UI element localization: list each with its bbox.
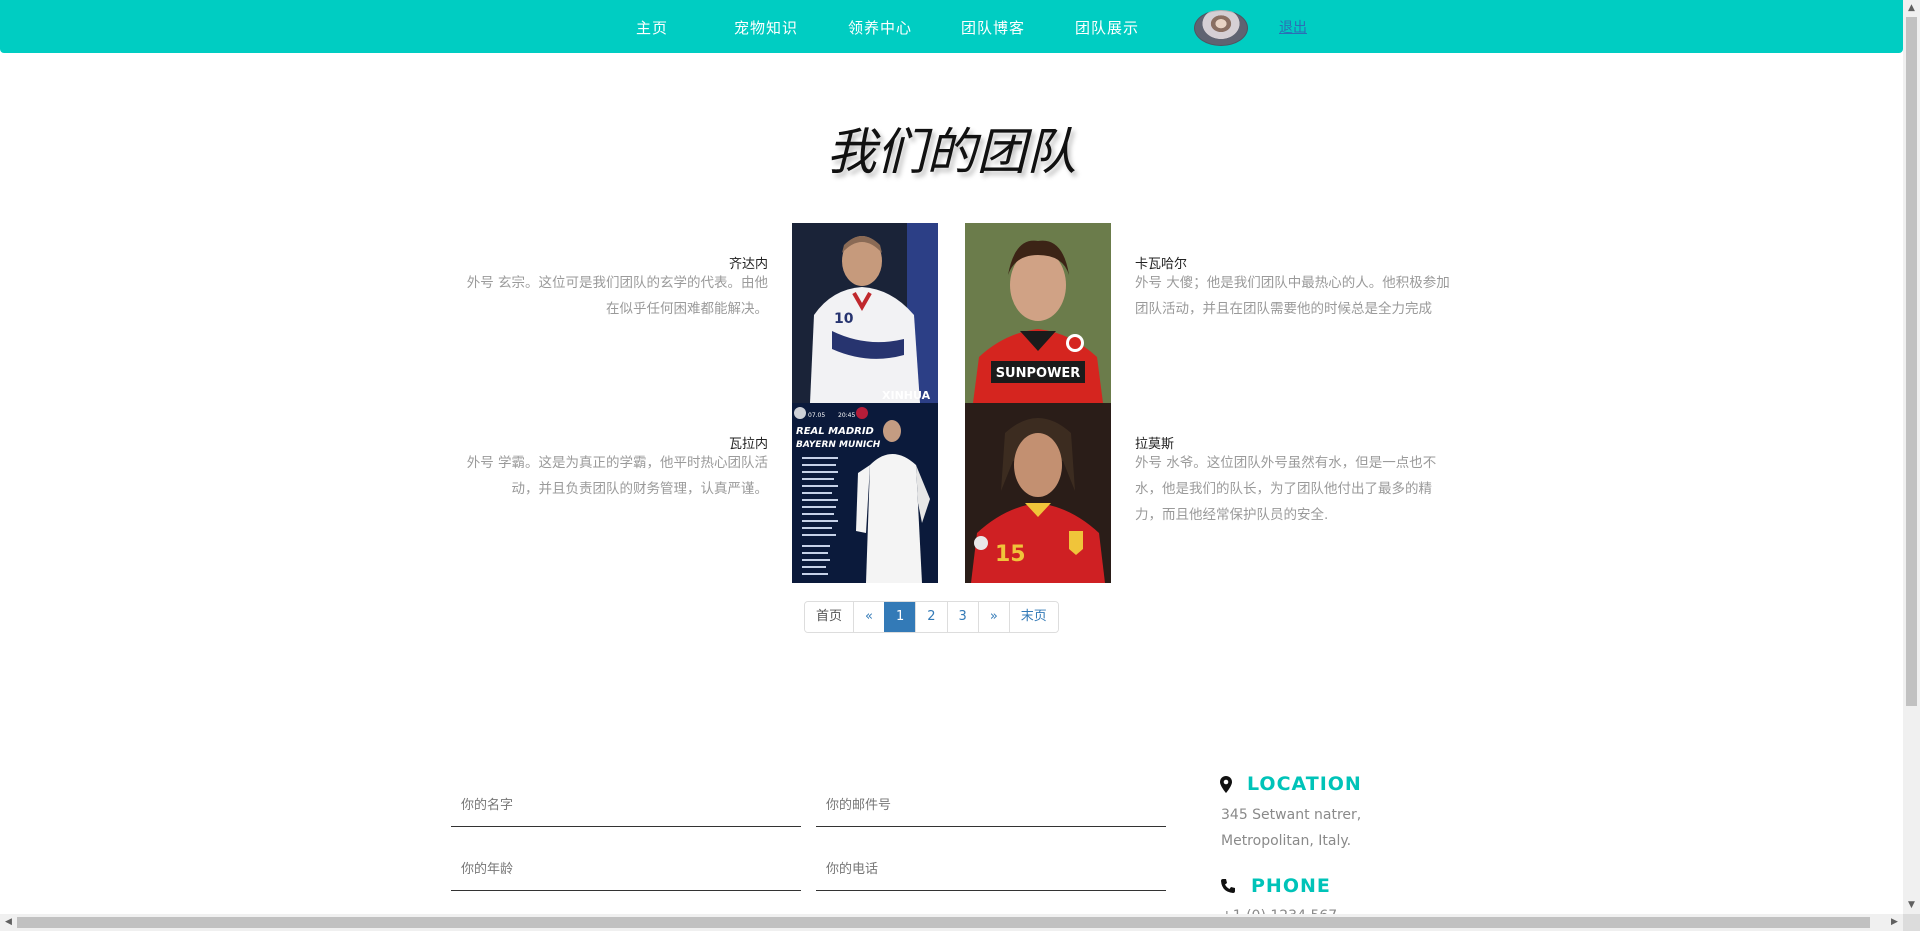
nav-team-blog[interactable]: 团队博客 <box>961 17 1025 38</box>
scroll-right-arrow-icon[interactable]: ▶ <box>1886 914 1903 931</box>
scroll-left-arrow-icon[interactable]: ◀ <box>0 914 17 931</box>
address-line2: Metropolitan, Italy. <box>1221 833 1352 849</box>
nav-home[interactable]: 主页 <box>636 17 668 38</box>
horizontal-scrollbar[interactable]: ◀ ▶ <box>0 914 1903 931</box>
phone-heading: PHONE <box>1251 875 1331 897</box>
page-last-button[interactable]: 末页 <box>1008 602 1058 632</box>
svg-text:10: 10 <box>834 311 854 327</box>
poster-line2: BAYERN MUNICH <box>796 440 881 450</box>
poster-line1: REAL MADRID <box>796 426 874 437</box>
horizontal-scroll-thumb[interactable] <box>17 917 1870 928</box>
location-heading: LOCATION <box>1247 773 1362 795</box>
vertical-scroll-thumb[interactable] <box>1906 17 1917 706</box>
email-field-wrapper <box>816 784 1166 827</box>
member-desc-zidane: 外号 玄宗。这位可是我们团队的玄学的代表。由他在似乎任何困难都能解决。 <box>466 275 768 317</box>
jersey-number: 15 <box>995 542 1026 567</box>
photo-varane: 07.05 20:45 REAL MADRID BAYERN MUNICH <box>792 403 938 583</box>
page-title: 我们的团队 <box>826 123 1077 181</box>
nav-team-showcase[interactable]: 团队展示 <box>1075 17 1139 38</box>
map-marker-icon <box>1220 776 1232 797</box>
logout-link[interactable]: 退出 <box>1279 17 1307 37</box>
age-input[interactable] <box>451 848 801 890</box>
scrollbar-corner <box>1903 914 1920 931</box>
page-first-button[interactable]: 首页 <box>805 602 854 632</box>
age-field-wrapper <box>451 848 801 891</box>
name-field-wrapper <box>451 784 801 827</box>
phone-number: +1 (0) 1234 567 <box>1221 903 1337 914</box>
page-next-button[interactable]: » <box>977 602 1009 632</box>
member-desc-varane: 外号 学霸。这是为真正的学霸，他平时热心团队活动，并且负责团队的财务管理，认真严… <box>466 455 768 497</box>
scroll-down-arrow-icon[interactable]: ▼ <box>1903 897 1920 914</box>
name-input[interactable] <box>451 784 801 826</box>
user-avatar[interactable] <box>1194 10 1248 46</box>
member-desc-ramos: 外号 水爷。这位团队外号虽然有水，但是一点也不水，他是我们的队长，为了团队他付出… <box>1135 455 1437 523</box>
photo-carvajal: SUNPOWER <box>965 223 1111 403</box>
photo-zidane: 10 XINHUA <box>792 223 938 403</box>
phone-field-wrapper <box>816 848 1166 891</box>
photo-watermark: XINHUA <box>882 389 931 402</box>
nav-pet-knowledge[interactable]: 宠物知识 <box>734 17 798 38</box>
phone-input[interactable] <box>816 848 1166 890</box>
poster-date: 07.05 <box>808 412 825 419</box>
member-desc-carvajal: 外号 大傻；他是我们团队中最热心的人。他积极参加团队活动，并且在团队需要他的时候… <box>1135 275 1450 317</box>
vertical-scrollbar[interactable]: ▲ ▼ <box>1903 0 1920 914</box>
address-line1: 345 Setwant natrer, <box>1221 807 1362 823</box>
page-prev-button[interactable]: « <box>853 602 884 632</box>
page-3-button[interactable]: 3 <box>946 602 978 632</box>
phone-icon <box>1220 878 1236 898</box>
poster-time: 20:45 <box>838 412 855 419</box>
pagination: 首页 « 1 2 3 » 末页 <box>804 601 1059 633</box>
email-input[interactable] <box>816 784 1166 826</box>
top-navbar: 主页 宠物知识 领养中心 团队博客 团队展示 退出 <box>0 0 1903 53</box>
nav-adoption-center[interactable]: 领养中心 <box>848 17 912 38</box>
photo-ramos: 15 <box>965 403 1111 583</box>
scroll-up-arrow-icon[interactable]: ▲ <box>1903 0 1920 17</box>
page-1-button[interactable]: 1 <box>883 602 916 632</box>
kit-sponsor-text: SUNPOWER <box>996 366 1081 381</box>
page-2-button[interactable]: 2 <box>915 602 947 632</box>
